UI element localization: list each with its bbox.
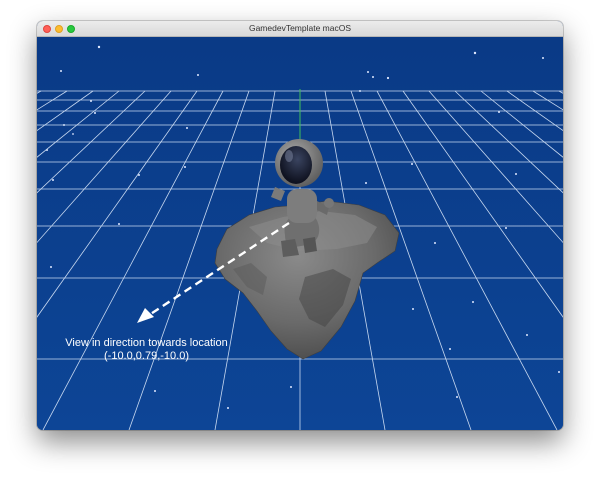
window-title: GamedevTemplate macOS — [248, 23, 352, 33]
annotation-line-1: View in direction towards location — [65, 337, 228, 349]
scene-viewport[interactable]: View in direction towards location (-10.… — [37, 37, 563, 430]
title-bar[interactable]: GamedevTemplate macOS — [37, 21, 563, 37]
app-window: GamedevTemplate macOS View in direction … — [37, 21, 563, 430]
annotation-line-2: (-10.0,0.79,-10.0) — [104, 350, 189, 362]
scene-canvas — [37, 37, 563, 430]
annotation-text: View in direction towards location (-10.… — [52, 337, 241, 363]
